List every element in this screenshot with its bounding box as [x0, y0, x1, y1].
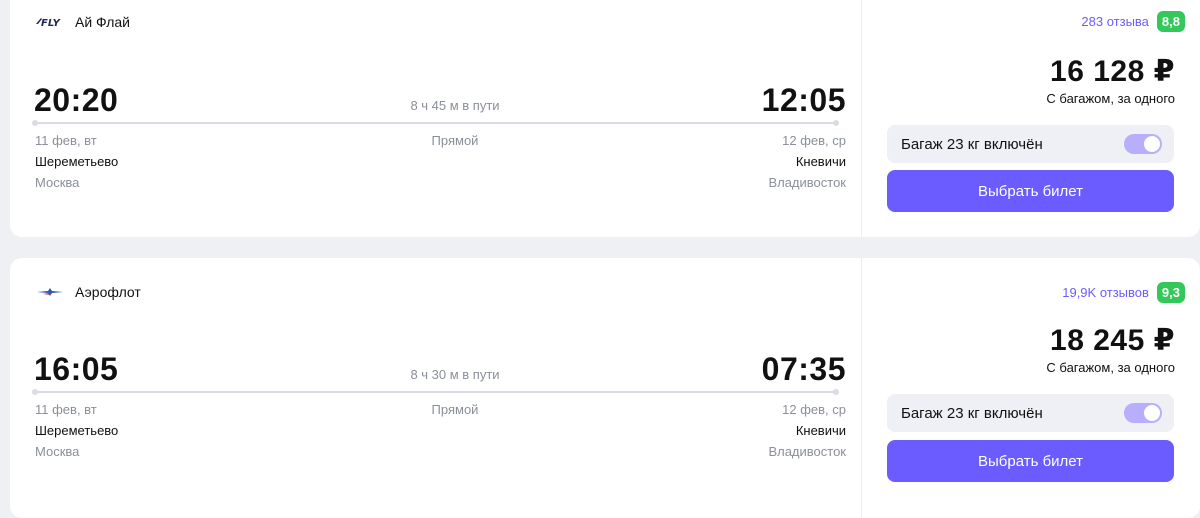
flight-card[interactable]: Аэрофлот 16:05 8 ч 30 м в пути 07:35 11 …: [10, 258, 1200, 518]
departure-airport: Шереметьево: [35, 154, 119, 169]
airline-name: Аэрофлот: [75, 284, 141, 300]
baggage-label: Багаж 23 кг включён: [901, 404, 1043, 422]
departure-date: 11 фев, вт: [35, 133, 97, 148]
route-line: [32, 120, 839, 126]
baggage-toggle[interactable]: [1124, 403, 1162, 423]
toggle-knob: [1144, 136, 1160, 152]
flight-info: Аэрофлот 16:05 8 ч 30 м в пути 07:35 11 …: [10, 258, 860, 518]
departure-airport: Шереметьево: [35, 423, 119, 438]
price: 16 128 ₽: [1050, 55, 1175, 88]
aeroflot-logo-icon: [35, 285, 65, 299]
svg-text:FLY: FLY: [41, 18, 62, 29]
arrival-date: 12 фев, ср: [782, 402, 846, 417]
reviews-count[interactable]: 283 отзыва: [1081, 14, 1149, 29]
baggage-toggle[interactable]: [1124, 134, 1162, 154]
reviews-count[interactable]: 19,9K отзывов: [1062, 285, 1149, 300]
airline: FLY Ай Флай: [35, 14, 130, 30]
departure-city: Москва: [35, 444, 80, 459]
airline: Аэрофлот: [35, 284, 141, 300]
route-line: [32, 389, 839, 395]
price-note: С багажом, за одного: [1046, 91, 1175, 106]
airline-name: Ай Флай: [75, 14, 131, 30]
baggage-option[interactable]: Багаж 23 кг включён: [887, 394, 1174, 432]
reviews[interactable]: 19,9K отзывов 9,3: [1062, 282, 1185, 303]
baggage-option[interactable]: Багаж 23 кг включён: [887, 125, 1174, 163]
arrival-airport: Кневичи: [795, 423, 846, 438]
reviews[interactable]: 283 отзыва 8,8: [1081, 11, 1185, 32]
flight-duration: 8 ч 45 м в пути: [410, 98, 500, 113]
departure-date: 11 фев, вт: [35, 402, 97, 417]
departure-time: 16:05: [34, 351, 119, 387]
rating-badge: 9,3: [1156, 282, 1185, 303]
flight-card[interactable]: FLY Ай Флай 20:20 8 ч 45 м в пути 12:05 …: [10, 0, 1200, 237]
flight-info: FLY Ай Флай 20:20 8 ч 45 м в пути 12:05 …: [10, 0, 860, 237]
baggage-label: Багаж 23 кг включён: [901, 135, 1043, 153]
toggle-knob: [1144, 405, 1160, 421]
departure-time: 20:20: [34, 82, 119, 118]
arrival-time: 07:35: [761, 351, 846, 387]
stops-label: Прямой: [431, 133, 479, 148]
arrival-airport: Кневичи: [795, 154, 846, 169]
select-ticket-button[interactable]: Выбрать билет: [887, 440, 1174, 482]
stops-label: Прямой: [431, 402, 479, 417]
arrival-city: Владивосток: [768, 444, 846, 459]
rating-badge: 8,8: [1156, 11, 1185, 32]
select-ticket-button[interactable]: Выбрать билет: [887, 170, 1174, 212]
price-panel: 19,9K отзывов 9,3 18 245 ₽ С багажом, за…: [861, 258, 1200, 518]
flight-duration: 8 ч 30 м в пути: [410, 367, 500, 382]
arrival-time: 12:05: [761, 82, 846, 118]
arrival-date: 12 фев, ср: [782, 133, 846, 148]
price-note: С багажом, за одного: [1046, 360, 1175, 375]
price-panel: 283 отзыва 8,8 16 128 ₽ С багажом, за од…: [861, 0, 1200, 237]
departure-city: Москва: [35, 175, 80, 190]
arrival-city: Владивосток: [768, 175, 846, 190]
ifly-logo-icon: FLY: [35, 15, 65, 29]
price: 18 245 ₽: [1050, 324, 1175, 357]
